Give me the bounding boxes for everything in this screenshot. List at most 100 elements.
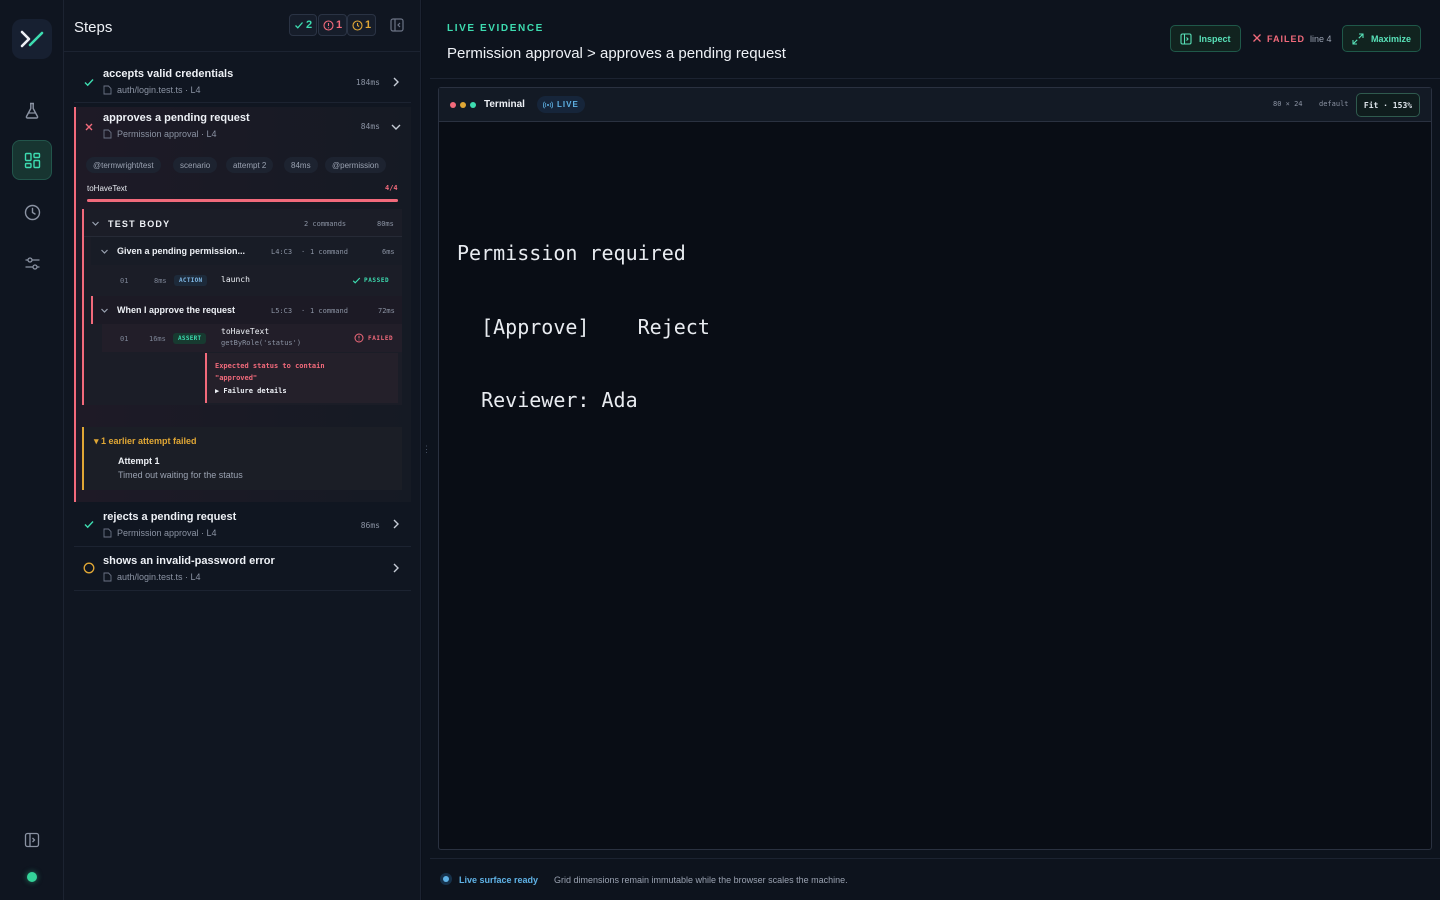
tag[interactable]: 84ms (284, 157, 318, 173)
live-badge: LIVE (537, 96, 585, 113)
chevron-right-icon (393, 519, 399, 529)
tag[interactable]: attempt 2 (226, 157, 274, 173)
test-duration: 86ms (360, 521, 380, 530)
tag[interactable]: scenario (173, 157, 218, 173)
command-argument: getByRole('status') (221, 339, 302, 347)
connection-status-dot (27, 872, 37, 882)
test-body-header[interactable]: TEST BODY 2 commands 80ms (84, 209, 402, 237)
test-item[interactable]: accepts valid credentials auth/login.tes… (74, 59, 411, 103)
failure-message-box: Expected status to contain "approved" ▶ … (205, 353, 398, 403)
command-row[interactable]: 01 8ms ACTION launch PASSED (102, 268, 402, 292)
given-step-duration: 6ms (382, 248, 395, 256)
command-row-failed[interactable]: 01 16ms ASSERT toHaveText getByRole('sta… (102, 324, 402, 352)
test-file: Permission approval · L4 (103, 528, 217, 538)
test-file-label: auth/login.test.ts · L4 (117, 85, 201, 95)
failure-message: Expected status to contain "approved" (215, 360, 325, 384)
minimize-dot-icon (460, 102, 466, 108)
dashboard-icon (24, 152, 40, 168)
assertion-name: toHaveText (87, 184, 128, 193)
tag[interactable]: @termwright/test (86, 157, 161, 173)
pending-circle-icon (83, 562, 95, 574)
collapse-panel-icon[interactable] (390, 18, 404, 32)
logo-icon (20, 30, 44, 48)
when-step-label: When I approve the request (117, 305, 236, 315)
maximize-button[interactable]: Maximize (1342, 25, 1422, 52)
maximize-icon (1352, 32, 1364, 45)
check-icon (352, 277, 361, 284)
close-dot-icon (450, 102, 456, 108)
earlier-attempts-title: ▾ 1 earlier attempt failed (94, 436, 197, 446)
nav-history[interactable] (12, 192, 52, 232)
test-name: rejects a pending request (103, 511, 237, 523)
live-label: LIVE (557, 100, 579, 109)
when-step-commands: 1 command (310, 307, 348, 315)
inspect-button[interactable]: Inspect (1170, 25, 1241, 52)
command-duration: 16ms (149, 335, 166, 343)
sidebar-toggle-icon (24, 832, 40, 848)
given-step-loc: L4:C3 (271, 248, 293, 256)
failure-details-toggle[interactable]: ▶ Failure details (215, 387, 287, 395)
failed-count-badge[interactable]: 1 (318, 14, 348, 36)
breadcrumb: Permission approval > approves a pending… (447, 45, 786, 62)
chevron-down-icon (92, 221, 99, 226)
terminal-dimensions: 80 × 24 (1273, 100, 1303, 108)
check-icon (84, 79, 94, 87)
nav-tests[interactable] (12, 90, 52, 130)
steps-header: Steps 2 1 1 (64, 0, 421, 52)
test-body-label: TEST BODY (108, 219, 171, 229)
chevron-right-icon (393, 77, 399, 87)
x-icon (85, 123, 93, 131)
test-body-duration: 80ms (377, 220, 394, 228)
tag[interactable]: @permission (325, 157, 386, 173)
command-duration: 8ms (154, 277, 167, 285)
failure-message-line: "approved" (215, 374, 258, 382)
terminal-line: Reviewer: Ada (457, 388, 638, 412)
check-icon (295, 22, 303, 29)
test-file-label: auth/login.test.ts · L4 (117, 572, 201, 582)
assertion-progress-track (87, 199, 398, 202)
test-item-expanded-header[interactable]: approves a pending request Permission ap… (74, 107, 411, 147)
chevron-right-icon (393, 563, 399, 573)
chevron-down-icon (101, 308, 108, 313)
failure-line: line 4 (1310, 34, 1332, 44)
maximize-label: Maximize (1371, 33, 1412, 44)
given-step-header[interactable]: Given a pending permission... L4:C3 · 1 … (91, 237, 402, 265)
test-file-label: Permission approval · L4 (117, 528, 217, 538)
test-duration: 184ms (355, 78, 380, 87)
app-logo[interactable] (12, 19, 52, 59)
test-duration: 84ms (360, 122, 380, 131)
toggle-sidebar-button[interactable] (12, 820, 52, 860)
command-status: PASSED (364, 277, 390, 284)
passed-count-badge[interactable]: 2 (289, 14, 318, 36)
pending-count-badge[interactable]: 1 (347, 14, 377, 36)
test-item[interactable]: rejects a pending request Permission app… (74, 503, 411, 547)
fit-zoom-button[interactable]: Fit · 153% (1356, 93, 1420, 117)
command-kind-badge: ASSERT (173, 333, 207, 344)
nav-settings[interactable] (12, 243, 52, 283)
chevron-down-icon (391, 124, 401, 130)
inspect-icon (1180, 32, 1192, 45)
test-file-label: Permission approval · L4 (117, 129, 217, 139)
command-kind-badge: ACTION (174, 275, 208, 286)
test-file: auth/login.test.ts · L4 (103, 572, 201, 582)
panel-resize-handle[interactable]: ⋮ (422, 444, 431, 455)
alert-circle-icon (354, 333, 364, 343)
file-icon (103, 129, 112, 139)
command-status: FAILED (368, 335, 394, 342)
file-icon (103, 572, 112, 582)
status-dot-icon (440, 873, 452, 885)
earlier-attempts-section[interactable]: ▾ 1 earlier attempt failed Attempt 1 Tim… (82, 427, 402, 490)
nav-dashboard[interactable] (12, 140, 52, 180)
failed-count: 1 (336, 19, 343, 31)
terminal-window[interactable]: Terminal LIVE 80 × 24 default Fit · 153%… (438, 87, 1432, 850)
earlier-attempt-reason: Timed out waiting for the status (118, 470, 243, 480)
file-icon (103, 85, 112, 95)
test-item[interactable]: shows an invalid-password error auth/log… (74, 547, 411, 591)
when-step-header[interactable]: When I approve the request L5:C3 · 1 com… (91, 296, 402, 324)
command-name: toHaveText (221, 327, 270, 336)
test-name: shows an invalid-password error (103, 555, 275, 567)
clock-icon (352, 19, 363, 31)
flask-icon (25, 102, 39, 119)
header-divider (430, 78, 1440, 79)
run-status: FAILED (1267, 34, 1306, 44)
